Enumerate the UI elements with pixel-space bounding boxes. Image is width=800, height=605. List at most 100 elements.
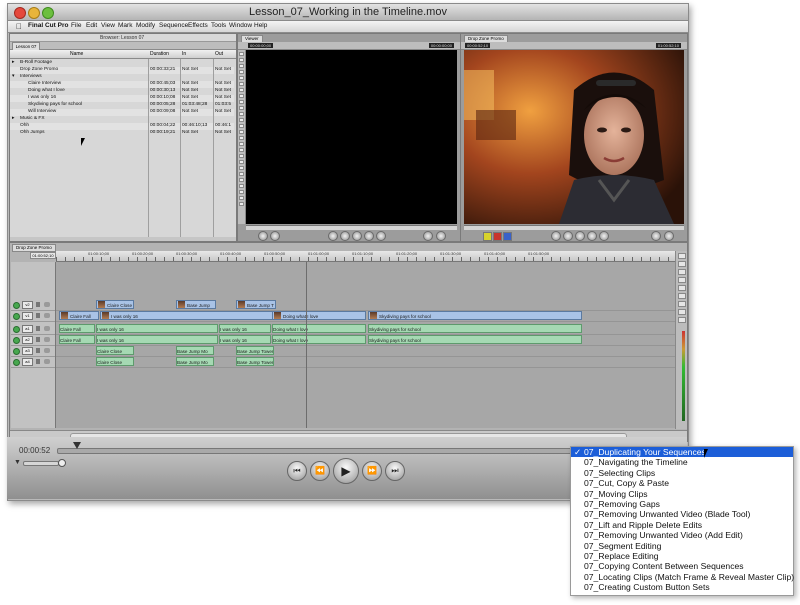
timeline-clip[interactable]: I was only 16	[219, 335, 271, 344]
timeline-clip[interactable]: I was only 16	[219, 324, 271, 333]
timeline-clip[interactable]: Claire Fall	[59, 335, 95, 344]
timeline-clip[interactable]: Skydiving pays for school	[368, 324, 582, 333]
menu-app-name[interactable]: Final Cut Pro	[28, 22, 68, 29]
chapter-item[interactable]: 07_Removing Unwanted Video (Add Edit)	[571, 530, 793, 540]
timeline-clip[interactable]: Base Jump Tower	[236, 357, 274, 366]
menu-modify[interactable]: Modify	[136, 22, 155, 29]
timeline-clip[interactable]: Doing what I love	[272, 335, 366, 344]
tab-lesson-07[interactable]: Lesson 07	[12, 42, 40, 50]
play-button[interactable]: ▶	[333, 458, 359, 484]
chapter-item[interactable]: 07_Moving Clips	[571, 489, 793, 499]
timeline-tracks[interactable]: Claire Close Base Jump Base Jump T Claire …	[56, 262, 675, 428]
viewer-match-frame-button[interactable]	[436, 231, 446, 241]
timeline-clip[interactable]: Base Jump T	[236, 300, 276, 309]
menu-edit[interactable]: Edit	[86, 22, 97, 29]
canvas-video[interactable]	[464, 50, 684, 224]
timeline-clip[interactable]: Base Jump Mo	[176, 357, 214, 366]
list-item[interactable]: I was only 16 00:00:10;08 Not Set Not Set	[10, 95, 234, 102]
track-header-v1[interactable]: v1	[11, 311, 55, 322]
column-out[interactable]: Out	[215, 51, 223, 57]
column-name[interactable]: Name	[70, 51, 83, 57]
apple-icon[interactable]: 	[16, 22, 22, 31]
play-around-button[interactable]	[364, 231, 374, 241]
timeline-clip[interactable]: Claire Close	[96, 346, 134, 355]
go-to-end-button[interactable]: ⏭	[385, 461, 405, 481]
menu-sequence[interactable]: Sequence	[159, 22, 188, 29]
chapter-item[interactable]: 07_Segment Editing	[571, 541, 793, 551]
fast-forward-button[interactable]: ⏩	[362, 461, 382, 481]
chapter-item[interactable]: 07_Locating Clips (Match Frame & Reveal …	[571, 572, 794, 582]
canvas-play-around-button[interactable]	[587, 231, 597, 241]
track-header-a2[interactable]: a2	[11, 335, 55, 346]
playback-scrubber[interactable]	[57, 448, 579, 454]
replace-button[interactable]	[503, 232, 512, 241]
canvas-match-frame-button[interactable]	[664, 231, 674, 241]
ripple-tool-icon[interactable]	[677, 277, 686, 283]
mark-in-button[interactable]	[258, 231, 268, 241]
volume-knob[interactable]	[58, 459, 66, 467]
timeline-clip[interactable]: Claire Fall	[59, 324, 95, 333]
timeline-clip[interactable]: Doing what I love	[272, 311, 366, 320]
column-duration[interactable]: Duration	[150, 51, 169, 57]
timeline-clip[interactable]: Claire Close	[96, 357, 134, 366]
chapter-item[interactable]: 07_Cut, Copy & Paste	[571, 478, 793, 488]
list-item[interactable]: Ohh Jumps 00:00:19;21 Not Set Not Set	[10, 130, 234, 137]
zoom-tool-icon[interactable]	[677, 301, 686, 307]
go-to-start-button[interactable]: ⏮	[287, 461, 307, 481]
track-header-a1[interactable]: a1	[11, 324, 55, 335]
chapter-item[interactable]: 07_Removing Unwanted Video (Blade Tool)	[571, 509, 793, 519]
chapter-item[interactable]: 07_Creating Custom Button Sets	[571, 582, 793, 592]
canvas-marker-button[interactable]	[651, 231, 661, 241]
timeline-clip[interactable]: Base Jump	[176, 300, 216, 309]
timeline-clip[interactable]: Claire Fall	[59, 311, 99, 320]
prev-edit-button[interactable]	[328, 231, 338, 241]
insert-button[interactable]	[493, 232, 502, 241]
selection-tool-icon[interactable]	[677, 253, 686, 259]
viewer-marker-button[interactable]	[423, 231, 433, 241]
play-button[interactable]	[352, 231, 362, 241]
menu-effects[interactable]: Effects	[188, 22, 208, 29]
track-header-a3[interactable]: a3	[11, 346, 55, 357]
playhead[interactable]	[306, 262, 307, 428]
volume-slider[interactable]	[23, 459, 66, 467]
timeline-clip[interactable]: Skydiving pays for school	[368, 311, 582, 320]
list-item[interactable]: Skydiving pays for school 00:00:05;28 01:0…	[10, 102, 234, 109]
chapter-item[interactable]: ✓ 07_Duplicating Your Sequences	[571, 447, 793, 458]
razor-tool-icon[interactable]	[677, 293, 686, 299]
track-header-a4[interactable]: a4	[11, 357, 55, 368]
playhead-knob[interactable]	[72, 442, 81, 449]
title-bar[interactable]: Lesson_07_Working in the Timeline.mov	[8, 4, 688, 21]
timeline-clip[interactable]: I was only 16	[96, 335, 218, 344]
list-item[interactable]: ▾ Interviews	[10, 74, 234, 81]
timeline-clip[interactable]: Base Jump Tower	[236, 346, 274, 355]
list-item[interactable]: Doing what I love 00:00:30;13 Not Set Not S…	[10, 88, 234, 95]
list-item[interactable]: Drop Zone Promo 00:00:33;21 Not Set Not Set	[10, 67, 234, 74]
list-item[interactable]: Will Interview 00:00:09;08 Not Set Not Set	[10, 109, 234, 116]
next-edit-button[interactable]	[376, 231, 386, 241]
timeline-clip[interactable]: Skydiving pays for school	[368, 335, 582, 344]
list-item[interactable]: ▸ Music & FX	[10, 116, 234, 123]
pen-tool-icon[interactable]	[677, 317, 686, 323]
edit-selection-tool-icon[interactable]	[677, 261, 686, 267]
timeline-clip[interactable]: I was only 16	[96, 324, 218, 333]
canvas-prev-edit-button[interactable]	[551, 231, 561, 241]
canvas-next-edit-button[interactable]	[599, 231, 609, 241]
overwrite-button[interactable]	[483, 232, 492, 241]
timeline-clip[interactable]: Doing what I love	[272, 324, 366, 333]
column-in[interactable]: In	[182, 51, 186, 57]
menu-help[interactable]: Help	[254, 22, 267, 29]
menu-tools[interactable]: Tools	[211, 22, 226, 29]
chapter-item[interactable]: 07_Lift and Ripple Delete Edits	[571, 520, 793, 530]
timeline-clip[interactable]: Claire Close	[96, 300, 134, 309]
menu-file[interactable]: File	[71, 22, 81, 29]
rewind-button[interactable]: ⏪	[310, 461, 330, 481]
list-item[interactable]: Claire Interview 00:00:45;03 Not Set Not Se…	[10, 81, 234, 88]
play-in-out-button[interactable]	[340, 231, 350, 241]
list-item[interactable]: ▸ B-Roll Footage	[10, 60, 234, 67]
list-item[interactable]: Ohh 00:00:04;22 00:46:10;13 00:46:1	[10, 123, 234, 130]
track-header-v2[interactable]: v2	[11, 300, 55, 311]
chapter-item[interactable]: 07_Removing Gaps	[571, 499, 793, 509]
timeline-clip[interactable]: Base Jump Mo	[176, 346, 214, 355]
crop-tool-icon[interactable]	[677, 309, 686, 315]
chapter-item[interactable]: 07_Navigating the Timeline	[571, 457, 793, 467]
